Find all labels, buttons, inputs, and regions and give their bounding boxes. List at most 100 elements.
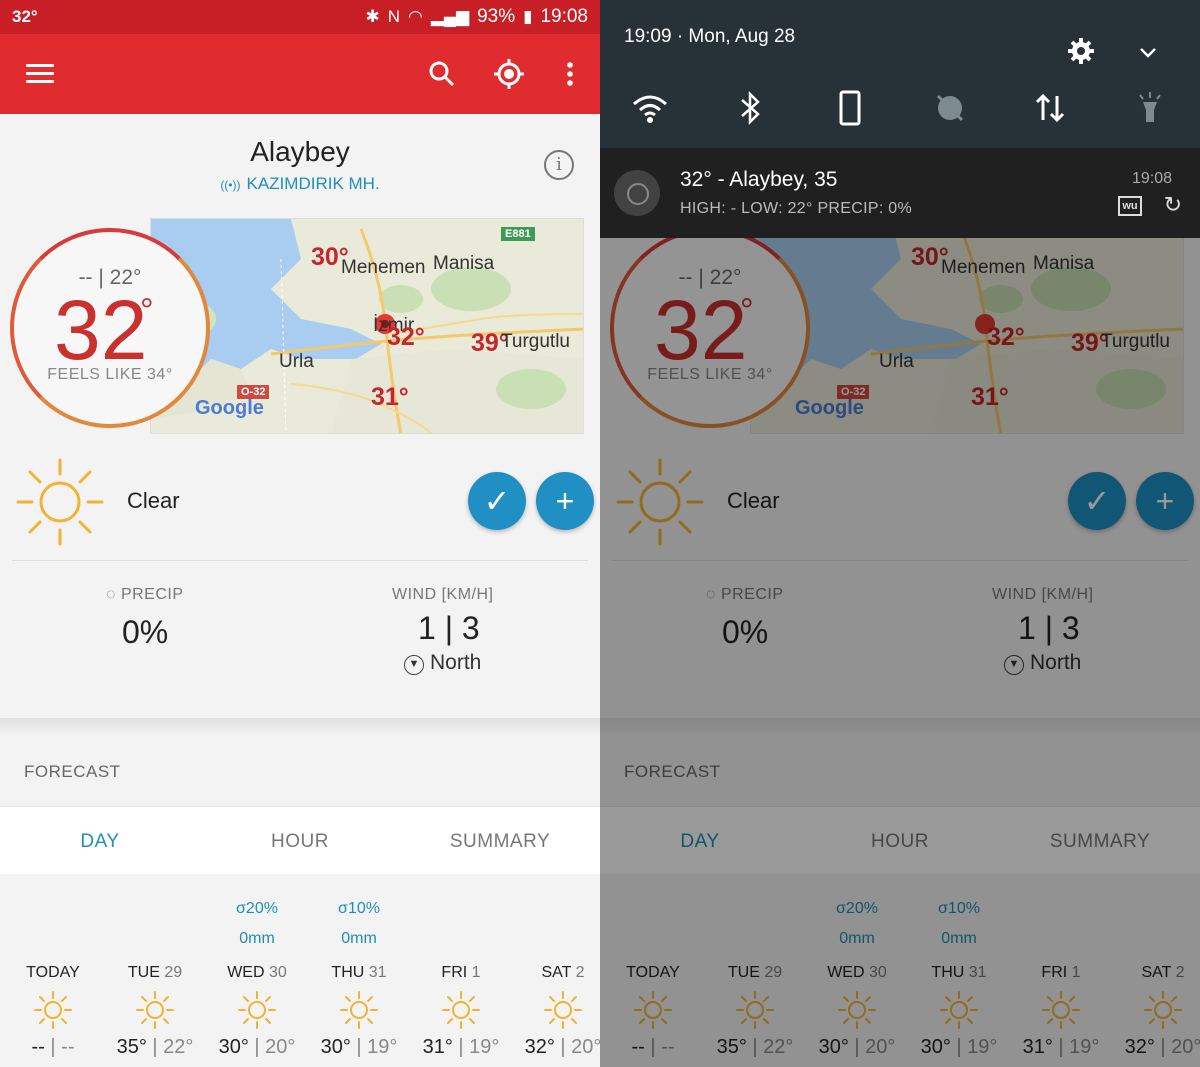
notification-title: 32° - Alaybey, 35 bbox=[680, 168, 838, 191]
notification-app-icon bbox=[614, 170, 660, 216]
condition-text: Clear bbox=[127, 488, 180, 513]
day-precip-chance bbox=[512, 900, 600, 922]
battery-percent: 93% bbox=[477, 6, 516, 27]
day-sun-icon bbox=[340, 991, 378, 1029]
day-hilo: 31° | 19° bbox=[422, 1036, 500, 1058]
current-temp-degree: ° bbox=[140, 292, 154, 330]
day-name: FRI 1 bbox=[441, 964, 481, 981]
flashlight-icon[interactable] bbox=[1130, 88, 1170, 128]
search-icon[interactable] bbox=[424, 56, 460, 92]
my-location-icon[interactable] bbox=[491, 56, 527, 92]
station-name: KAZIMDIRIK MH. bbox=[246, 174, 380, 193]
map-label-menemen: Menemen bbox=[341, 257, 426, 278]
notification-subtitle: HIGH: - LOW: 22° PRECIP: 0% bbox=[680, 200, 913, 217]
forecast-day[interactable]: σ10% 0mm THU 31 30° | 19° bbox=[308, 900, 410, 1059]
nfc-icon: N bbox=[387, 7, 401, 26]
refresh-icon[interactable]: ↻ bbox=[1164, 192, 1182, 218]
day-precip-chance bbox=[104, 900, 206, 922]
day-hilo: -- | -- bbox=[31, 1036, 75, 1058]
battery-icon: ▮ bbox=[523, 7, 533, 26]
card-separator bbox=[0, 718, 600, 736]
tab-day[interactable]: DAY bbox=[0, 831, 200, 853]
add-button[interactable]: + bbox=[536, 472, 594, 530]
day-hilo: 35° | 22° bbox=[116, 1036, 194, 1058]
gear-icon[interactable] bbox=[1066, 36, 1096, 66]
station-icon: ((•)) bbox=[220, 178, 241, 192]
day-precip-amount: 0mm bbox=[239, 930, 275, 947]
day-sun-icon bbox=[238, 991, 276, 1029]
more-options-icon[interactable] bbox=[552, 56, 588, 92]
notification-shade-screen: 30° Menemen Manisa 32° 39° Turgutlu Urla… bbox=[600, 0, 1200, 1067]
day-precip-chance: σ10% bbox=[338, 900, 380, 917]
status-temp: 32° bbox=[12, 7, 38, 26]
google-attribution: Google bbox=[195, 397, 264, 419]
bluetooth-toggle-icon[interactable] bbox=[730, 88, 770, 128]
sun-icon bbox=[16, 458, 104, 546]
weather-map[interactable]: 30° Menemen Manisa İzmir 32° 39° Turgutl… bbox=[150, 218, 584, 434]
location-name: Alaybey bbox=[250, 136, 350, 167]
forecast-day[interactable]: σ20% 0mm WED 30 30° | 20° bbox=[206, 900, 308, 1059]
forecast-day[interactable]: SAT 2 32° | 20° bbox=[512, 900, 600, 1059]
forecast-title: FORECAST bbox=[24, 762, 121, 781]
wu-logo-icon: wu bbox=[1118, 196, 1142, 216]
forecast-day[interactable]: TUE 29 35° | 22° bbox=[104, 900, 206, 1059]
signal-icon: ▂▄▆ bbox=[430, 7, 470, 26]
wifi-toggle-icon[interactable] bbox=[630, 88, 670, 128]
wind-value: 1 | 3 bbox=[418, 610, 480, 646]
data-toggle-icon[interactable] bbox=[1030, 88, 1070, 128]
map-label-turgutlu: Turgutlu bbox=[501, 331, 570, 352]
precip-label: ◌ PRECIP bbox=[106, 586, 184, 603]
wind-label: WIND [KM/H] bbox=[392, 586, 494, 603]
info-icon[interactable]: i bbox=[544, 150, 574, 180]
day-precip-chance bbox=[410, 900, 512, 922]
weather-app-screen: 32° ✱ N ◠ ▂▄▆ 93% ▮ 19:08 Alaybey ((•)) … bbox=[0, 0, 600, 1067]
bluetooth-icon: ✱ bbox=[365, 7, 380, 26]
divider bbox=[12, 560, 588, 561]
day-name: WED 30 bbox=[227, 964, 287, 981]
day-sun-icon bbox=[544, 991, 582, 1029]
forecast-day[interactable]: FRI 1 31° | 19° bbox=[410, 900, 512, 1059]
tab-summary[interactable]: SUMMARY bbox=[400, 831, 600, 853]
day-name: SAT 2 bbox=[541, 964, 585, 981]
check-button[interactable]: ✓ bbox=[468, 472, 526, 530]
day-name: TODAY bbox=[26, 964, 80, 981]
forecast-day[interactable]: TODAY -- | -- bbox=[2, 900, 104, 1059]
current-temp: 32 bbox=[54, 283, 148, 377]
day-sun-icon bbox=[34, 991, 72, 1029]
map-temp-south: 31° bbox=[371, 383, 409, 411]
precip-value: 0% bbox=[122, 614, 169, 650]
app-bar bbox=[0, 34, 600, 114]
rotation-toggle-icon[interactable] bbox=[830, 88, 870, 128]
location-off-icon[interactable] bbox=[930, 88, 970, 128]
day-precip-amount bbox=[512, 930, 600, 952]
day-precip-amount: 0mm bbox=[341, 930, 377, 947]
day-precip-amount bbox=[410, 930, 512, 952]
feels-like: FEELS LIKE 34° bbox=[47, 366, 173, 383]
menu-icon[interactable] bbox=[26, 64, 54, 84]
status-bar: 32° ✱ N ◠ ▂▄▆ 93% ▮ 19:08 bbox=[0, 0, 600, 34]
day-precip-chance: σ20% bbox=[236, 900, 278, 917]
current-temp-circle: -- | 22° 32 ° FEELS LIKE 34° bbox=[10, 228, 210, 428]
day-precip-amount bbox=[2, 930, 104, 952]
status-time: 19:08 bbox=[540, 6, 588, 27]
day-precip-amount bbox=[104, 930, 206, 952]
day-name: THU 31 bbox=[331, 964, 387, 981]
forecast-tabs: DAY HOUR SUMMARY bbox=[0, 806, 600, 874]
wind-direction: ▼ North bbox=[404, 651, 481, 675]
map-label-urla: Urla bbox=[279, 351, 314, 372]
day-hilo: 32° | 20° bbox=[524, 1036, 600, 1058]
tab-hour[interactable]: HOUR bbox=[200, 831, 400, 853]
drop-icon: σ bbox=[236, 900, 246, 917]
chevron-down-icon[interactable] bbox=[1136, 40, 1160, 64]
drop-icon: σ bbox=[338, 900, 348, 917]
day-hilo: 30° | 20° bbox=[218, 1036, 296, 1058]
compass-icon: ▼ bbox=[404, 655, 424, 675]
shade-datetime: 19:09 · Mon, Aug 28 bbox=[624, 26, 796, 47]
day-sun-icon bbox=[442, 991, 480, 1029]
map-temp-izmir: 32° bbox=[387, 323, 425, 351]
map-label-manisa: Manisa bbox=[433, 253, 495, 274]
weather-station[interactable]: ((•)) KAZIMDIRIK MH. bbox=[0, 174, 600, 194]
road-badge-e881: E881 bbox=[501, 227, 535, 241]
weather-notification[interactable]: 32° - Alaybey, 35 HIGH: - LOW: 22° PRECI… bbox=[600, 148, 1200, 238]
day-precip-chance bbox=[2, 900, 104, 922]
